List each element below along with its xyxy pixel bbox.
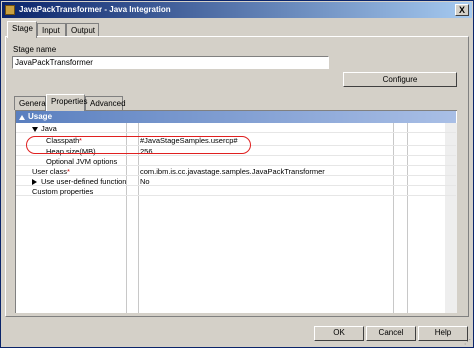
- resize-grip-icon[interactable]: ⋰: [464, 338, 471, 346]
- help-button[interactable]: Help: [418, 326, 468, 341]
- required-mark: *: [67, 167, 70, 176]
- property-name: Use user-defined function: [41, 177, 127, 186]
- stage-name-field[interactable]: [12, 56, 329, 69]
- stage-name-label: Stage name: [13, 45, 57, 54]
- title-bar[interactable]: JavaPackTransformer - Java Integration X: [2, 2, 472, 18]
- cancel-button[interactable]: Cancel: [366, 326, 416, 341]
- ok-button[interactable]: OK: [314, 326, 364, 341]
- property-row-java[interactable]: Java: [16, 123, 456, 133]
- tab-output[interactable]: Output: [66, 23, 99, 37]
- app-icon: [5, 5, 15, 15]
- dialog-window: JavaPackTransformer - Java Integration X…: [0, 0, 474, 348]
- property-row-custom-properties[interactable]: Custom properties: [16, 186, 456, 196]
- tab-stage[interactable]: Stage: [7, 21, 37, 38]
- tab-input[interactable]: Input: [37, 23, 66, 37]
- property-name: Optional JVM options: [46, 157, 118, 166]
- property-row-user-defined-function[interactable]: Use user-defined function No: [16, 176, 456, 186]
- close-button[interactable]: X: [455, 4, 469, 16]
- classpath-highlight-ellipse: [26, 136, 251, 154]
- tab-advanced[interactable]: Advanced: [85, 96, 126, 110]
- property-name: Java: [41, 124, 57, 133]
- property-value[interactable]: No: [140, 177, 150, 186]
- window-title: JavaPackTransformer - Java Integration: [19, 5, 171, 14]
- property-name: User class: [32, 167, 68, 176]
- tab-general[interactable]: General: [14, 96, 47, 110]
- property-name: Custom properties: [32, 187, 94, 196]
- property-row-user-class[interactable]: User class * com.ibm.is.cc.javastage.sam…: [16, 166, 456, 176]
- tab-properties[interactable]: Properties: [46, 94, 87, 111]
- property-value[interactable]: com.ibm.is.cc.javastage.samples.JavaPack…: [140, 167, 325, 176]
- group-label: Usage: [28, 112, 53, 121]
- group-header-usage[interactable]: Usage: [16, 111, 456, 123]
- configure-button[interactable]: Configure: [343, 72, 457, 87]
- collapse-icon[interactable]: [19, 113, 25, 122]
- property-row-jvm-options[interactable]: Optional JVM options: [16, 156, 456, 166]
